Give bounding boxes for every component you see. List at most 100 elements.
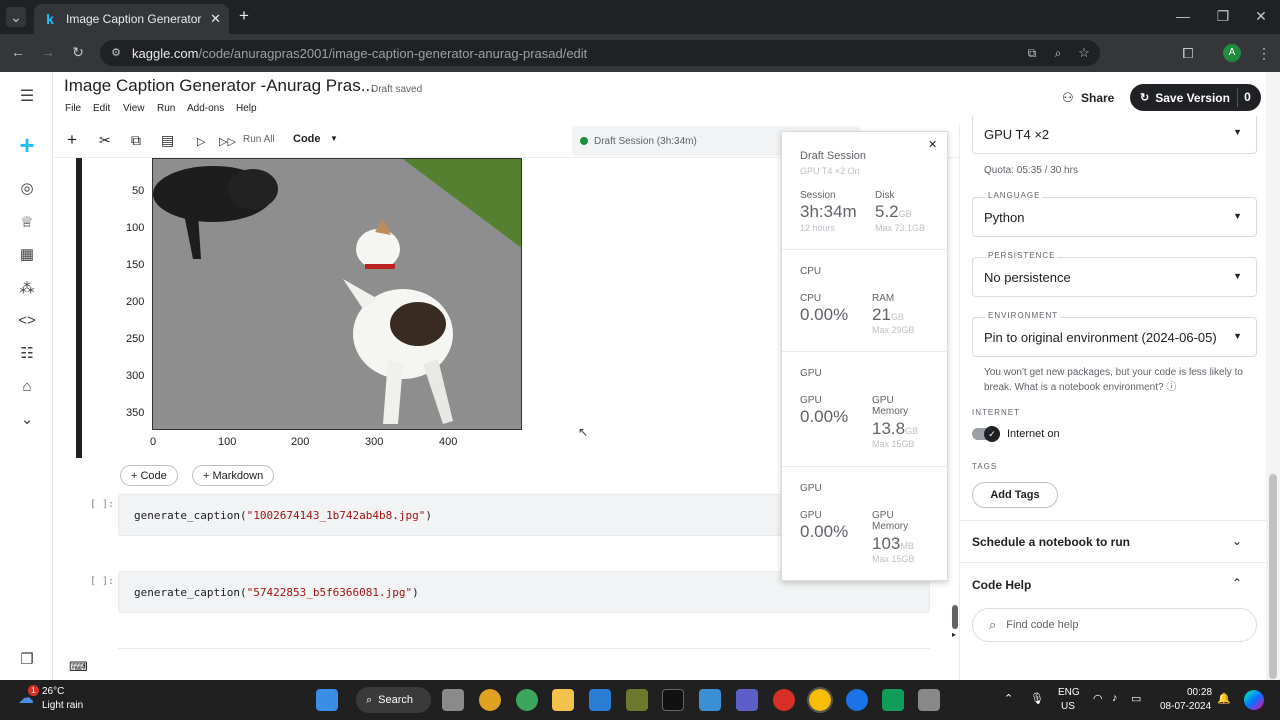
popup-close-icon[interactable]: ✕ [928,138,937,151]
add-code-button[interactable]: + Code [120,465,178,486]
chrome-active-icon[interactable] [807,687,833,713]
cut-icon[interactable]: ✂ [99,132,111,149]
vscode-icon[interactable] [589,689,611,711]
accelerator-select[interactable]: GPU T4 ×2 ▼ [972,116,1257,154]
menu-file[interactable]: File [65,103,81,114]
menu-help[interactable]: Help [236,103,257,114]
zoom-icon[interactable]: ⌕ [1050,43,1066,63]
taskbar-search[interactable]: ⌕ Search [356,687,431,713]
install-app-icon[interactable]: ⧉ [1024,43,1040,63]
menu-view[interactable]: View [123,103,145,114]
run-cell-icon[interactable]: ▷ [197,135,205,148]
cell-type-select[interactable]: Code [293,133,321,145]
trophy-icon[interactable]: ♕ [16,212,38,234]
clock-time[interactable]: 00:28 [1187,687,1212,698]
hamburger-menu-icon[interactable]: ☰ [16,86,38,108]
maximize-icon[interactable]: ❐ [1208,6,1238,26]
task-view-icon[interactable] [442,689,464,711]
create-plus-icon[interactable]: + [16,132,38,158]
profile-avatar[interactable]: A [1223,44,1241,62]
menu-addons[interactable]: Add-ons [187,103,224,114]
discussion-icon[interactable]: ☷ [16,343,38,365]
add-tags-button[interactable]: Add Tags [972,482,1058,508]
environment-select[interactable]: Pin to original environment (2024-06-05)… [972,317,1257,357]
scrollbar-thumb[interactable] [1269,474,1277,679]
info-icon[interactable]: ⓘ [1166,382,1176,393]
minimize-icon[interactable]: — [1168,6,1198,26]
browser-tab[interactable]: k Image Caption Generator -Anur ✕ [34,4,229,34]
back-icon[interactable]: ← [8,42,28,62]
paste-icon[interactable]: ▤ [161,132,174,149]
browser-icon[interactable] [846,689,868,711]
chrome-profile-icon[interactable] [516,689,538,711]
wifi-icon[interactable]: ◠ [1093,692,1103,705]
new-tab-icon[interactable]: + [234,6,254,26]
file-explorer-icon[interactable] [552,689,574,711]
notification-icon[interactable]: 🔔 [1217,692,1231,705]
run-all-button[interactable]: Run All [243,134,275,145]
code-icon[interactable]: <> [16,310,38,332]
forward-icon[interactable]: → [38,42,58,62]
code-help-section[interactable]: Code Help [972,578,1031,592]
add-markdown-button[interactable]: + Markdown [192,465,275,486]
session-label: Session [800,190,836,201]
close-window-icon[interactable]: ✕ [1246,6,1276,26]
tray-chevron-up-icon[interactable]: ⌃ [1004,692,1013,705]
tab-close-icon[interactable]: ✕ [210,11,221,27]
compass-icon[interactable]: ◎ [16,178,38,200]
persistence-select[interactable]: No persistence ▼ [972,257,1257,297]
menu-edit[interactable]: Edit [93,103,110,114]
url-field[interactable]: ⚙ kaggle.com/code/anuragpras2001/image-c… [100,40,1100,66]
terminal-icon[interactable] [662,689,684,711]
copy-icon[interactable]: ⧉ [131,132,141,149]
editor-icon[interactable] [626,689,648,711]
clock-date[interactable]: 08-07-2024 [1160,701,1211,712]
divider [960,520,1266,521]
microphone-icon[interactable]: 🎙 [1030,692,1044,705]
code-function: generate_caption( [134,508,247,522]
tab-search-icon[interactable]: ⌄ [6,7,26,27]
app-icon[interactable] [699,689,721,711]
chevron-down-icon[interactable]: ⌄ [1232,534,1242,548]
cell-type-caret-icon[interactable]: ▼ [330,134,338,143]
add-cell-icon[interactable]: + [67,130,77,150]
internet-toggle[interactable]: ✓ [972,426,1000,442]
battery-icon[interactable]: ▭ [1131,692,1141,705]
console-icon[interactable]: ⌨ [69,659,88,675]
schedule-section[interactable]: Schedule a notebook to run [972,535,1130,549]
notebook-scrollbar[interactable] [952,605,958,629]
volume-icon[interactable]: ♪ [1112,692,1118,704]
notebooks-icon[interactable]: ❐ [16,649,38,671]
run-all-icon[interactable]: ▷▷ [219,135,236,148]
table-icon[interactable]: ▦ [16,244,38,266]
notebook-title[interactable]: Image Caption Generator -Anurag Pras... [64,76,375,96]
snipping-icon[interactable] [918,689,940,711]
persistence-value: No persistence [984,269,1071,285]
reload-icon[interactable]: ↻ [68,42,88,62]
share-button[interactable]: Share [1081,91,1114,105]
learn-icon[interactable]: ⌂ [16,376,38,398]
site-info-icon[interactable]: ⚙ [108,43,124,63]
recorder-icon[interactable] [773,689,795,711]
language-ind-1[interactable]: ENG [1058,687,1080,698]
page-scrollbar[interactable] [1266,72,1280,680]
teams-icon[interactable] [736,689,758,711]
menu-run[interactable]: Run [157,103,175,114]
models-icon[interactable]: ⁂ [16,278,38,300]
windows-start-icon[interactable] [316,689,338,711]
language-label: LANGUAGE [986,191,1043,200]
save-version-button[interactable]: ↻ Save Version 0 [1130,84,1261,111]
extensions-icon[interactable]: ⧠ [1178,43,1198,63]
copilot-icon[interactable] [1244,690,1264,710]
browser-menu-icon[interactable]: ⋮ [1254,43,1274,63]
share-icon[interactable]: ⚇ [1062,90,1074,106]
bookmark-star-icon[interactable]: ☆ [1076,43,1092,63]
chevron-up-icon[interactable]: ⌃ [1232,576,1242,590]
chrome-icon[interactable] [479,689,501,711]
expand-more-icon[interactable]: ⌄ [16,409,38,431]
notes-icon[interactable] [882,689,904,711]
language-ind-2[interactable]: US [1061,701,1075,712]
language-select[interactable]: Python ▼ [972,197,1257,237]
collapse-panel-icon[interactable]: ▸ [952,630,956,639]
find-code-help-input[interactable]: ⌕ Find code help [972,608,1257,642]
